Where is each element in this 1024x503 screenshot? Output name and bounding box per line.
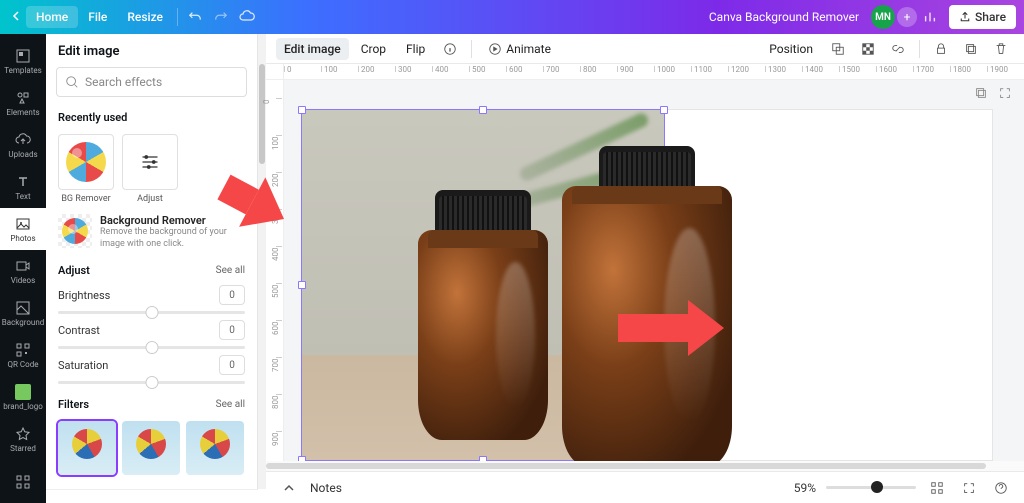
panel-title: Edit image — [46, 34, 257, 67]
adjust-see-all[interactable]: See all — [216, 265, 245, 276]
zoom-value: 59% — [794, 481, 816, 495]
add-collaborator-button[interactable]: + — [897, 7, 917, 27]
rail-videos[interactable]: Videos — [0, 250, 46, 292]
adjust-section-label: Adjust See all — [46, 260, 257, 281]
info-icon[interactable] — [437, 36, 463, 62]
grid-view-icon[interactable] — [926, 477, 948, 499]
edit-image-button[interactable]: Edit image — [276, 38, 349, 60]
bg-remover-thumb[interactable]: BG Remover — [58, 134, 114, 204]
chevron-up-icon[interactable] — [278, 477, 300, 499]
saturation-slider[interactable]: Saturation0 — [46, 351, 257, 386]
canvas-area[interactable] — [284, 80, 1024, 471]
rail-elements[interactable]: Elements — [0, 82, 46, 124]
delete-icon[interactable] — [988, 36, 1014, 62]
rail-photos[interactable]: Photos — [0, 208, 46, 250]
filter-thumb[interactable] — [122, 421, 180, 475]
search-icon — [65, 75, 79, 89]
duplicate-icon[interactable] — [958, 36, 984, 62]
cloud-sync-icon[interactable] — [234, 4, 260, 30]
ruler-horizontal: 0100200300400500600700800900100011001200… — [284, 64, 1024, 80]
insights-icon[interactable] — [917, 4, 943, 30]
bg-remover-desc: Remove the background of your image with… — [100, 227, 245, 250]
link-icon[interactable] — [885, 36, 911, 62]
filter-thumb[interactable] — [186, 421, 244, 475]
search-placeholder: Search effects — [85, 75, 162, 89]
rail-background[interactable]: Background — [0, 293, 46, 335]
rail-more[interactable] — [0, 461, 46, 503]
file-menu[interactable]: File — [78, 10, 117, 24]
filters-section-label: Filters See all — [46, 394, 257, 415]
left-rail: Templates Elements Uploads Text Photos V… — [0, 34, 46, 503]
rail-text[interactable]: Text — [0, 166, 46, 208]
animate-button[interactable]: Animate — [480, 38, 559, 60]
recently-used-label: Recently used — [46, 107, 257, 128]
sliders-icon — [140, 152, 160, 172]
canvas-horizontal-scrollbar[interactable] — [266, 461, 1024, 471]
search-input[interactable]: Search effects — [56, 67, 247, 97]
ruler-vertical: 0100200300400500600700800900 — [266, 80, 284, 471]
help-icon[interactable] — [990, 477, 1012, 499]
bottom-bar: Notes 59% — [266, 471, 1024, 503]
ruler-corner — [266, 64, 284, 80]
document-title[interactable]: Canva Background Remover — [709, 10, 859, 24]
rail-brand-logo[interactable]: brand_logo — [0, 377, 46, 419]
home-button[interactable]: Home — [26, 6, 78, 28]
side-panel: Edit image Search effects Recently used … — [46, 34, 258, 489]
transparency-icon[interactable] — [855, 36, 881, 62]
fullscreen-icon[interactable] — [958, 477, 980, 499]
rail-qrcode[interactable]: QR Code — [0, 335, 46, 377]
rail-uploads[interactable]: Uploads — [0, 124, 46, 166]
brightness-slider[interactable]: Brightness0 — [46, 281, 257, 316]
duplicate-page-icon[interactable] — [974, 86, 988, 100]
copy-style-icon[interactable] — [825, 36, 851, 62]
resize-menu[interactable]: Resize — [117, 10, 173, 24]
zoom-slider[interactable] — [826, 486, 916, 489]
contrast-slider[interactable]: Contrast0 — [46, 316, 257, 351]
annotation-arrow-icon — [618, 300, 724, 356]
canvas-toolbar: Edit image Crop Flip Animate Position — [266, 34, 1024, 64]
expand-page-icon[interactable] — [998, 86, 1012, 100]
rail-starred[interactable]: Starred — [0, 419, 46, 461]
share-button[interactable]: Share — [949, 5, 1016, 29]
adjust-thumb[interactable]: Adjust — [122, 134, 178, 204]
position-button[interactable]: Position — [761, 38, 821, 60]
back-icon[interactable] — [8, 10, 26, 24]
undo-icon[interactable] — [182, 4, 208, 30]
lock-icon[interactable] — [928, 36, 954, 62]
notes-button[interactable]: Notes — [310, 481, 342, 495]
background-remover-card[interactable]: Background Remover Remove the background… — [58, 214, 245, 250]
avatar[interactable]: MN — [871, 5, 895, 29]
filters-see-all[interactable]: See all — [216, 399, 245, 410]
rail-templates[interactable]: Templates — [0, 40, 46, 82]
design-page[interactable] — [302, 110, 992, 460]
animate-icon — [488, 42, 502, 56]
flip-button[interactable]: Flip — [398, 38, 433, 60]
filter-thumb[interactable] — [58, 421, 116, 475]
share-label: Share — [975, 10, 1006, 24]
crop-button[interactable]: Crop — [353, 38, 394, 60]
app-header: Home File Resize Canva Background Remove… — [0, 0, 1024, 34]
redo-icon[interactable] — [208, 4, 234, 30]
